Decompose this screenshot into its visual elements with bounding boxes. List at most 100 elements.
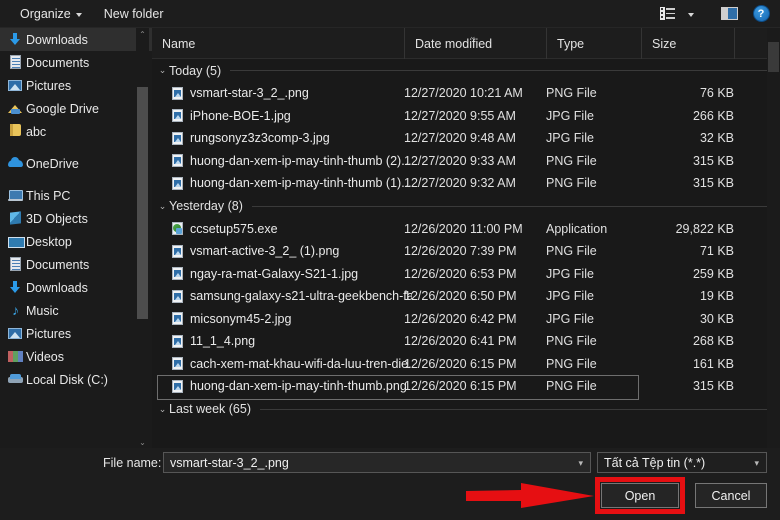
file-group-label: Today (5) (169, 64, 221, 78)
column-header-name[interactable]: Name (152, 28, 404, 59)
table-row[interactable]: samsung-galaxy-s21-ultra-geekbench-fa...… (152, 285, 780, 308)
help-icon: ? (753, 5, 770, 22)
file-group-header[interactable]: ⌄Yesterday (8) (152, 195, 780, 218)
table-row[interactable]: micsonym45-2.jpg12/26/2020 6:42 PMJPG Fi… (152, 308, 780, 331)
file-size-cell: 259 KB (641, 267, 734, 281)
file-date-cell: 12/27/2020 9:48 AM (404, 131, 544, 145)
filename-input[interactable]: vsmart-star-3_2_.png ▾ (163, 452, 591, 473)
chevron-down-icon[interactable]: ⌄ (156, 201, 169, 212)
chevron-down-icon (688, 13, 694, 17)
sidebar-item-local-disk-c[interactable]: Local Disk (C:) (0, 368, 152, 391)
table-row[interactable]: huong-dan-xem-ip-may-tinh-thumb (2)....1… (152, 150, 780, 173)
file-name-cell: cach-xem-mat-khau-wifi-da-luu-tren-die..… (172, 357, 412, 371)
sidebar-item-pictures[interactable]: Pictures✐ (0, 74, 152, 97)
table-row[interactable]: vsmart-active-3_2_ (1).png12/26/2020 7:3… (152, 240, 780, 263)
navigation-sidebar[interactable]: Downloads✐Documents✐Pictures✐Google Driv… (0, 28, 152, 448)
file-type-cell: PNG File (546, 244, 641, 258)
preview-pane-icon (721, 7, 738, 20)
file-name-cell: 11_1_4.png (172, 334, 412, 348)
chevron-down-icon[interactable]: ▾ (578, 458, 583, 469)
table-row[interactable]: huong-dan-xem-ip-may-tinh-thumb.png12/26… (152, 375, 780, 398)
file-type-cell: PNG File (546, 357, 641, 371)
chevron-down-icon[interactable]: ▾ (754, 458, 759, 469)
column-header-date-modified[interactable]: ⌄ Date modified (404, 28, 546, 59)
file-date-cell: 12/27/2020 9:33 AM (404, 154, 544, 168)
table-row[interactable]: 11_1_4.png12/26/2020 6:41 PMPNG File268 … (152, 330, 780, 353)
download-icon (8, 32, 23, 47)
file-rows-container[interactable]: ⌄Today (5)vsmart-star-3_2_.png12/27/2020… (152, 59, 780, 448)
view-layout-button[interactable] (656, 4, 678, 24)
sidebar-scroll-up-button[interactable]: ⌃ (136, 28, 149, 40)
file-name-cell: iPhone-BOE-1.jpg (172, 109, 412, 123)
file-name-text: micsonym45-2.jpg (190, 312, 291, 326)
file-type-filter-combobox[interactable]: Tất cả Tệp tin (*.*) ▾ (597, 452, 767, 473)
cancel-button[interactable]: Cancel (695, 483, 767, 508)
toolbar: Organize New folder ? (0, 0, 780, 28)
table-row[interactable]: ccsetup575.exe12/26/2020 11:00 PMApplica… (152, 218, 780, 241)
sidebar-item-google-drive[interactable]: Google Drive✐ (0, 97, 152, 120)
table-row[interactable]: ngay-ra-mat-Galaxy-S21-1.jpg12/26/2020 6… (152, 263, 780, 286)
file-type-cell: JPG File (546, 109, 641, 123)
sort-descending-icon: ⌄ (469, 31, 477, 42)
cancel-button-label: Cancel (712, 489, 751, 503)
help-button[interactable]: ? (750, 4, 772, 24)
file-group-header[interactable]: ⌄Today (5) (152, 59, 780, 82)
table-row[interactable]: rungsonyz3z3comp-3.jpg12/27/2020 9:48 AM… (152, 127, 780, 150)
file-list-scrollbar[interactable] (767, 28, 780, 448)
image-file-icon (172, 132, 183, 145)
file-size-cell: 268 KB (641, 334, 734, 348)
preview-pane-button[interactable] (718, 4, 740, 24)
file-name-cell: huong-dan-xem-ip-may-tinh-thumb.png (172, 379, 412, 393)
file-name-cell: vsmart-active-3_2_ (1).png (172, 244, 412, 258)
sidebar-item-label: abc (26, 125, 46, 139)
file-name-cell: huong-dan-xem-ip-may-tinh-thumb (2).... (172, 154, 412, 168)
sidebar-item-this-pc[interactable]: This PC (0, 184, 152, 207)
sidebar-item-documents[interactable]: Documents (0, 253, 152, 276)
sidebar-scroll-track[interactable] (136, 40, 149, 436)
sidebar-item-desktop[interactable]: Desktop (0, 230, 152, 253)
sidebar-item-documents[interactable]: Documents✐ (0, 51, 152, 74)
file-name-text: 11_1_4.png (190, 334, 255, 348)
download-icon (8, 280, 23, 295)
sidebar-item-downloads[interactable]: Downloads✐ (0, 28, 152, 51)
file-type-cell: JPG File (546, 289, 641, 303)
sidebar-scrollbar[interactable]: ⌃ ⌄ (136, 28, 149, 448)
file-group-header[interactable]: ⌄Last week (65) (152, 398, 780, 421)
file-date-cell: 12/26/2020 6:42 PM (404, 312, 544, 326)
table-row[interactable]: huong-dan-xem-ip-may-tinh-thumb (1)....1… (152, 172, 780, 195)
toolbar-right-group: ? (656, 4, 780, 24)
sidebar-item-onedrive[interactable]: OneDrive (0, 152, 152, 175)
sidebar-item-pictures[interactable]: Pictures (0, 322, 152, 345)
sidebar-scroll-down-button[interactable]: ⌄ (136, 436, 149, 448)
sidebar-scroll-thumb[interactable] (137, 87, 148, 319)
sidebar-item-3d-objects[interactable]: 3D Objects (0, 207, 152, 230)
sidebar-item-label: 3D Objects (26, 212, 88, 226)
file-type-cell: PNG File (546, 176, 641, 190)
column-header-size[interactable]: Size (641, 28, 734, 59)
chevron-down-icon[interactable]: ⌄ (156, 404, 169, 415)
file-date-cell: 12/26/2020 11:00 PM (404, 222, 544, 236)
table-row[interactable]: cach-xem-mat-khau-wifi-da-luu-tren-die..… (152, 353, 780, 376)
table-row[interactable]: vsmart-star-3_2_.png12/27/2020 10:21 AMP… (152, 82, 780, 105)
organize-label: Organize (20, 7, 71, 21)
new-folder-button[interactable]: New folder (96, 4, 172, 24)
sidebar-item-music[interactable]: ♪Music (0, 299, 152, 322)
google-drive-icon (8, 101, 23, 116)
sidebar-item-videos[interactable]: Videos (0, 345, 152, 368)
file-list-scroll-thumb[interactable] (768, 42, 779, 72)
file-list-pane: Name ⌄ Date modified Type Size ⌄Today (5… (152, 28, 780, 448)
open-button[interactable]: Open (601, 483, 679, 508)
table-row[interactable]: iPhone-BOE-1.jpg12/27/2020 9:55 AMJPG Fi… (152, 105, 780, 128)
sidebar-item-abc[interactable]: abc (0, 120, 152, 143)
column-header-row: Name ⌄ Date modified Type Size (152, 28, 780, 59)
videos-icon (8, 349, 23, 364)
view-layout-dropdown-button[interactable] (680, 4, 702, 24)
column-header-type[interactable]: Type (546, 28, 641, 59)
filename-value: vsmart-star-3_2_.png (170, 456, 289, 470)
sidebar-item-downloads[interactable]: Downloads (0, 276, 152, 299)
organize-button[interactable]: Organize (12, 4, 90, 24)
file-name-cell: ccsetup575.exe (172, 222, 412, 236)
chevron-down-icon[interactable]: ⌄ (156, 65, 169, 76)
file-size-cell: 161 KB (641, 357, 734, 371)
column-header-name-label: Name (162, 37, 195, 51)
